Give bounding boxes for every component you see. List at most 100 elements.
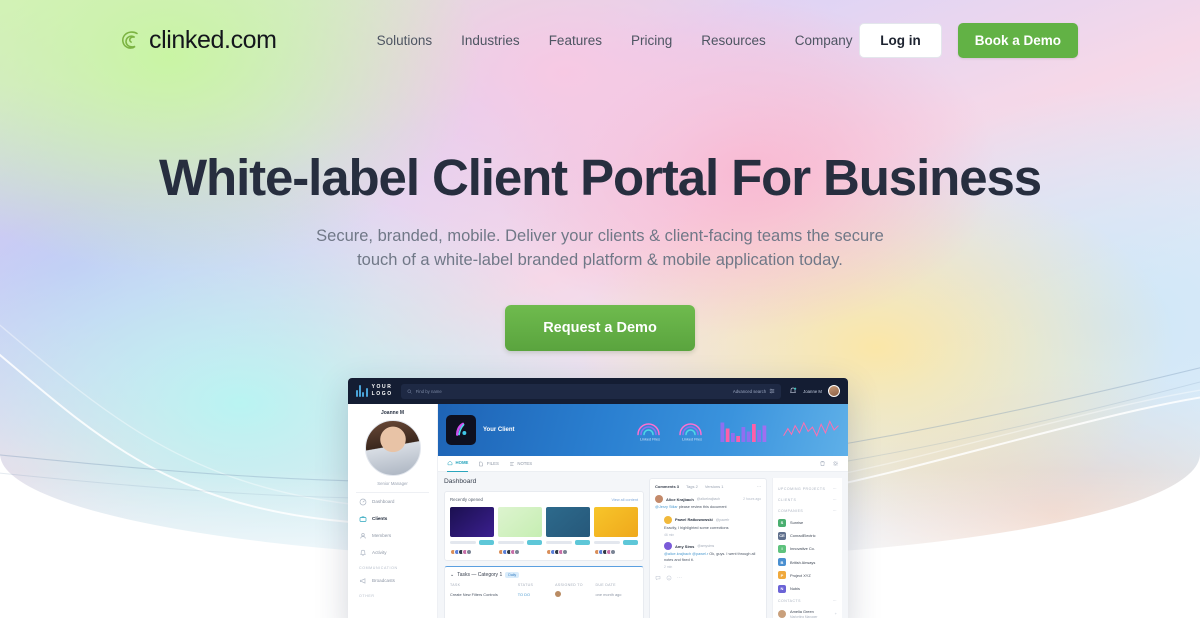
hero-section: White-label Client Portal For Business S…: [0, 150, 1200, 351]
advanced-search-button[interactable]: Advanced search: [733, 388, 775, 394]
status-badge: [623, 540, 638, 545]
magnifier-icon: [407, 389, 412, 394]
list-item[interactable]: P Project XYZ: [778, 569, 837, 582]
nav-item-features[interactable]: Features: [549, 33, 602, 48]
emoji-icon[interactable]: [666, 575, 672, 581]
tab-comments[interactable]: Comments 3: [655, 484, 679, 489]
thumbnail-image: [594, 507, 638, 537]
sidebar-user-photo: [364, 420, 421, 476]
request-demo-button[interactable]: Request a Demo: [505, 304, 695, 351]
nav-item-industries[interactable]: Industries: [461, 33, 520, 48]
briefcase-icon: [359, 515, 367, 522]
sidebar-label-dashboard: Dashboard: [372, 499, 395, 504]
avatar: [778, 609, 786, 618]
tab-tags[interactable]: Tags 2: [686, 484, 698, 489]
list-item[interactable]: S Sunrise: [778, 516, 837, 529]
thumbnail-title-bar: [450, 541, 476, 544]
thumbnail-item[interactable]: [594, 507, 638, 555]
nav-item-company[interactable]: Company: [795, 33, 853, 48]
tab-files[interactable]: FILES: [478, 456, 499, 472]
gear-icon[interactable]: [832, 460, 839, 467]
bell-icon: [360, 549, 366, 556]
more-icon[interactable]: ⋯: [833, 498, 837, 502]
client-name: Your Client: [483, 427, 515, 433]
chevron-down-icon[interactable]: ⌄: [450, 572, 454, 578]
comment-handle: @alicekrajbach: [696, 497, 721, 501]
status-badge: [527, 540, 542, 545]
section-label: COMPANIES: [778, 509, 804, 513]
more-icon[interactable]: ⋯: [677, 575, 682, 581]
thumbnail-item[interactable]: [498, 507, 542, 555]
user-name-label: Joanne M: [803, 388, 822, 394]
tab-label-files: FILES: [486, 460, 499, 466]
hero-subtitle-line1: Secure, branded, mobile. Deliver your cl…: [316, 227, 884, 246]
svg-text:Linked Files: Linked Files: [640, 438, 660, 442]
book-demo-button[interactable]: Book a Demo: [957, 22, 1078, 58]
list-item[interactable]: Amelia Green Marketing Manager +: [778, 606, 837, 618]
list-item[interactable]: I Innovative Co.: [778, 542, 837, 555]
advanced-search-label: Advanced search: [732, 388, 767, 394]
more-icon[interactable]: ⋯: [757, 484, 761, 489]
plus-icon[interactable]: +: [835, 611, 837, 616]
list-item[interactable]: N Nubis: [778, 582, 837, 595]
nav-item-solutions[interactable]: Solutions: [377, 33, 433, 48]
table-row[interactable]: Create New Filters Controls TO DO one mo…: [450, 591, 638, 598]
sidebar-section-communication: COMMUNICATION: [359, 566, 398, 570]
view-all-content-link[interactable]: View all content: [611, 498, 638, 502]
person-icon: [360, 532, 366, 539]
tab-home[interactable]: HOME: [447, 456, 469, 472]
content-tabs: HOME FILES NOTES: [438, 456, 848, 472]
app-main-area: Your Client Linked Files Linked Files HO…: [438, 404, 848, 618]
comment-mention[interactable]: @alice.krajbach @pawel.r: [664, 552, 708, 556]
brand-logo[interactable]: clinked.com: [118, 26, 277, 55]
section-label: UPCOMING PROJECTS: [778, 487, 826, 491]
avatar[interactable]: [828, 385, 840, 397]
company-avatar: I: [778, 544, 786, 553]
sidebar-item-broadcasts[interactable]: Broadcasts: [356, 572, 429, 589]
comment-icon[interactable]: [655, 575, 661, 581]
sidebar-item-dashboard[interactable]: Dashboard: [356, 493, 429, 510]
more-icon[interactable]: ⋯: [833, 599, 837, 603]
list-item[interactable]: B British Airways: [778, 556, 837, 569]
comment-header: Alice Krajbach @alicekrajbach 2 hours ag…: [655, 495, 761, 503]
thumbnail-avatars: [498, 549, 542, 555]
company-avatar: N: [778, 584, 786, 593]
bell-icon[interactable]: [789, 387, 797, 395]
nav-item-resources[interactable]: Resources: [701, 33, 766, 48]
thumbnail-meta: [546, 540, 590, 545]
sidebar-item-clients[interactable]: Clients: [356, 510, 429, 527]
nav-item-pricing[interactable]: Pricing: [631, 33, 672, 48]
thumbnail-title-bar: [498, 541, 524, 544]
comment-mention[interactable]: @Jerzy Stilar: [655, 505, 678, 509]
tasks-card: ⌄ Tasks — Category 1 Daily TASK STATUS A…: [444, 566, 644, 618]
section-companies: COMPANIES ⋯: [778, 505, 837, 516]
topbar-right: Joanne M: [789, 385, 840, 397]
thumbnail-meta: [498, 540, 542, 545]
company-name: ConradElectric: [790, 533, 816, 539]
sidebar-item-activity[interactable]: Activity: [356, 544, 429, 561]
comment-actions: ⋯: [655, 575, 761, 581]
thumbnail-meta: [450, 540, 494, 545]
thumbnail-avatars: [594, 549, 638, 555]
thumbnail-item[interactable]: [450, 507, 494, 555]
recently-opened-title: Recently opened: [450, 497, 483, 502]
sidebar-item-members[interactable]: Members: [356, 527, 429, 544]
thumbnail-item[interactable]: [546, 507, 590, 555]
more-icon[interactable]: ⋯: [833, 509, 837, 513]
tab-versions[interactable]: Versions 1: [705, 484, 724, 489]
cell-task: Create New Filters Controls: [450, 592, 498, 597]
more-icon[interactable]: ⋯: [833, 487, 837, 491]
app-logo[interactable]: YOUR LOGO: [356, 384, 393, 398]
tab-notes[interactable]: NOTES: [509, 456, 532, 472]
login-button[interactable]: Log in: [859, 22, 942, 58]
trash-icon[interactable]: [819, 460, 826, 467]
company-avatar: CE: [778, 531, 786, 540]
recently-opened-thumbnails: [450, 507, 638, 555]
list-item[interactable]: CE ConradElectric: [778, 529, 837, 542]
thumbnail-avatars: [450, 549, 494, 555]
recently-opened-card: Recently opened View all content: [444, 491, 644, 561]
hero-subtitle-line2: touch of a white-label branded platform …: [357, 251, 843, 269]
landing-page: clinked.com Solutions Industries Feature…: [0, 0, 1200, 618]
search-input[interactable]: Find by name Advanced search: [400, 383, 782, 399]
comment-author: Amy Sims: [675, 543, 695, 549]
